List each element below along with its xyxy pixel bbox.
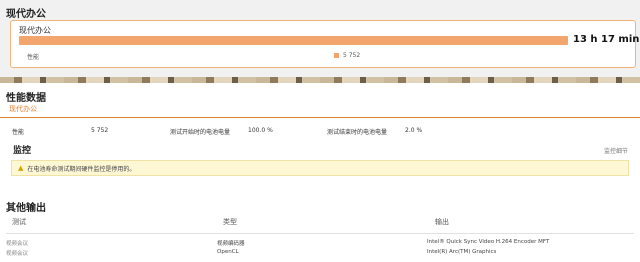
battery-life-bar (19, 36, 568, 45)
monitor-warning-text: 在电池寿命测试期间硬件监控是停用的。 (27, 165, 136, 173)
field-value-battery-end: 2.0 % (405, 127, 423, 134)
table-cell-type: OpenCL (217, 249, 239, 255)
duration-readout: 13 h 17 min▲ (573, 34, 640, 45)
summary-title: 现代办公 (6, 9, 46, 20)
summary-section: 现代办公 现代办公 13 h 17 min▲ 性能 5 752 (0, 0, 640, 82)
table-cell-test: 视频会议 (6, 241, 29, 247)
tab-underline (0, 117, 640, 118)
monitor-warning-box: ▲ 在电池寿命测试期间硬件监控是停用的。 (11, 160, 629, 176)
monitor-details-link[interactable]: 监控细节 (604, 146, 628, 155)
table-cell-type: 视频编码器 (217, 241, 245, 247)
other-output-section: 其他输出 测试 类型 输出 视频会议 视频编码器 Intel® Quick Sy… (0, 192, 640, 262)
field-label-performance: 性能 (12, 129, 25, 136)
field-label-battery-end: 测试结束时的电池电量 (327, 129, 388, 136)
table-cell-test: 视频会议 (6, 251, 29, 257)
background-image-strip (0, 77, 640, 83)
warning-icon: ▲ (18, 164, 24, 172)
performance-label: 性能 (27, 54, 40, 61)
monitor-title: 监控 (13, 146, 32, 156)
summary-card: 现代办公 13 h 17 min▲ 性能 5 752 (10, 20, 639, 68)
table-cell-output: Intel(R) Arc(TM) Graphics (427, 249, 497, 255)
column-header-test: 测试 (12, 218, 26, 226)
legend: 5 752 (334, 52, 360, 59)
performance-section: 性能数据 现代办公 性能 5 752 测试开始时的电池电量 100.0 % 测试… (0, 84, 640, 192)
field-label-battery-start: 测试开始时的电池电量 (170, 129, 231, 136)
column-header-output: 输出 (435, 218, 449, 226)
field-value-performance: 5 752 (91, 127, 109, 134)
field-value-battery-start: 100.0 % (248, 127, 273, 134)
legend-value: 5 752 (343, 52, 361, 59)
card-title: 现代办公 (19, 26, 51, 35)
duration-value: 13 h 17 min (573, 34, 640, 45)
table-divider (6, 233, 634, 234)
tab-modern-office[interactable]: 现代办公 (9, 104, 37, 114)
performance-title: 性能数据 (6, 93, 46, 104)
other-output-title: 其他输出 (6, 203, 46, 214)
legend-swatch (334, 53, 339, 58)
table-cell-output: Intel® Quick Sync Video H.264 Encoder MF… (427, 239, 550, 245)
column-header-type: 类型 (223, 218, 237, 226)
